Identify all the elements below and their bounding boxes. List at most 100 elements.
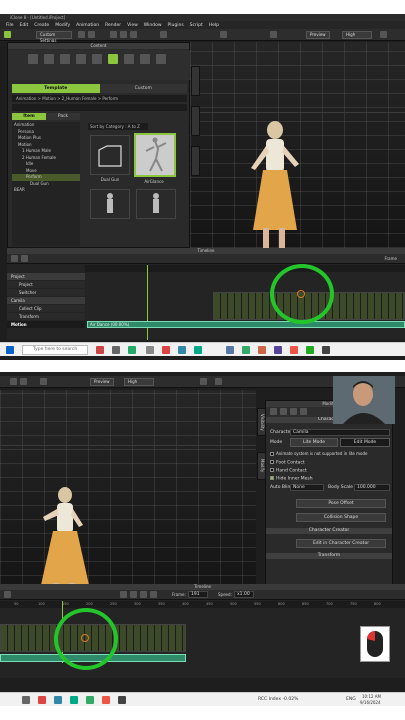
edit-in-cc-button[interactable]: Edit in Character Creator (296, 539, 386, 548)
playhead[interactable] (147, 265, 148, 340)
timeline-stop-icon[interactable] (140, 591, 147, 598)
menu-item-render[interactable]: Render (105, 23, 121, 28)
body-scale-field[interactable]: 100.000 (354, 484, 390, 491)
menu-item-window[interactable]: Window (144, 23, 162, 28)
gizmo-icon-bottom[interactable] (200, 378, 207, 385)
foot-contact-checkbox[interactable] (270, 460, 274, 464)
character-figure[interactable] (245, 120, 305, 248)
side-tab-top-1[interactable] (191, 66, 200, 96)
light-icon[interactable] (220, 31, 227, 38)
hide-inner-mesh-checkbox[interactable] (270, 476, 274, 480)
animation-icon[interactable] (108, 54, 118, 64)
track-switcher[interactable]: Switcher (7, 289, 85, 296)
preview-dropdown-bottom[interactable]: Preview (90, 378, 114, 386)
timeline-config-icon-bottom[interactable] (4, 591, 11, 598)
auto-blink-dropdown[interactable]: None (290, 484, 324, 491)
actor-icon[interactable] (60, 54, 70, 64)
track-transform[interactable]: Transform (7, 313, 85, 320)
taskbar-app-icon-6[interactable] (178, 346, 186, 354)
content-search-input[interactable] (12, 104, 187, 111)
lite-mode-button[interactable]: Lite Mode (290, 438, 338, 447)
track-project-sub[interactable]: Project (7, 281, 85, 288)
pose-offset-button[interactable]: Pose Offset (296, 499, 386, 508)
light-icon-bottom[interactable] (215, 378, 222, 385)
taskbar-app-icon-7[interactable] (194, 346, 202, 354)
track-motion[interactable]: Motion (7, 321, 85, 328)
menu-item-animation[interactable]: Animation (76, 23, 99, 28)
props-icon[interactable] (140, 54, 150, 64)
menu-item-plugins[interactable]: Plugins (168, 23, 184, 28)
taskbar-app-icon-14[interactable] (322, 346, 330, 354)
track-camila[interactable]: Camila (7, 297, 85, 304)
character-figure-bottom[interactable] (35, 485, 95, 590)
move-icon-bottom[interactable] (10, 378, 17, 385)
taskbar-app-icon-5[interactable] (162, 346, 170, 354)
taskbar-app-icon-4[interactable] (146, 346, 154, 354)
taskbar-app-icon-2[interactable] (112, 346, 120, 354)
camera-icon-bottom[interactable] (40, 378, 47, 385)
modify-tab-icon-4[interactable] (300, 408, 307, 415)
thumb-airglance[interactable] (134, 133, 176, 177)
custom-settings-dropdown[interactable]: Custom Settings (36, 31, 72, 43)
taskbar-search-input[interactable]: Type here to search (22, 345, 88, 355)
character-name-field[interactable]: Camila (290, 429, 390, 436)
motion-clip[interactable]: Air Dance (00:00%) (87, 321, 405, 328)
quality-dropdown-bottom[interactable]: High (124, 378, 154, 386)
scale-icon[interactable] (130, 31, 137, 38)
taskbar-app-icon-10[interactable] (258, 346, 266, 354)
menu-item-modify[interactable]: Modify (55, 23, 70, 28)
tab-item[interactable]: Item (12, 113, 46, 120)
tab-template[interactable]: Template (12, 84, 100, 93)
motion-icon[interactable] (124, 54, 134, 64)
timeline-next-icon[interactable] (150, 591, 157, 598)
menu-item-edit[interactable]: Edit (20, 23, 29, 28)
settings-icon[interactable] (380, 31, 387, 38)
menu-item-script[interactable]: Script (190, 23, 203, 28)
speed-field[interactable]: x1.00 (234, 591, 254, 598)
menu-item-file[interactable]: File (6, 23, 14, 28)
collision-shape-button[interactable]: Collision Shape (296, 513, 386, 522)
taskbar-bottom-icon-3[interactable] (54, 696, 62, 704)
thumb-figure-2[interactable] (136, 189, 176, 219)
thumb-figure-1[interactable] (90, 189, 130, 219)
modify-tab-icon-3[interactable] (290, 408, 297, 415)
gizmo-icon[interactable] (270, 31, 277, 38)
timeline-prev-icon[interactable] (120, 591, 127, 598)
rotate-icon-bottom[interactable] (20, 378, 27, 385)
taskbar-app-icon-12[interactable] (290, 346, 298, 354)
viewport-3d-bottom[interactable] (0, 390, 256, 590)
taskbar-app-icon-11[interactable] (274, 346, 282, 354)
taskbar-app-icon-8[interactable] (226, 346, 234, 354)
taskbar-app-icon-3[interactable] (128, 346, 136, 354)
windows-start-icon[interactable] (6, 346, 14, 354)
head-icon[interactable] (76, 54, 86, 64)
taskbar-app-icon-1[interactable] (96, 346, 104, 354)
tab-custom[interactable]: Custom (99, 84, 187, 93)
undo-icon[interactable] (78, 31, 85, 38)
scene-icon[interactable] (28, 54, 38, 64)
menu-item-create[interactable]: Create (34, 23, 49, 28)
viewport-3d[interactable] (190, 42, 405, 248)
side-tab-top-3[interactable] (191, 146, 200, 176)
taskbar-bottom-icon-1[interactable] (22, 696, 30, 704)
atmosphere-icon[interactable] (44, 54, 54, 64)
sort-dropdown[interactable]: Sort by Category : A to Z (88, 123, 148, 130)
body-icon[interactable] (92, 54, 102, 64)
preview-dropdown[interactable]: Preview (306, 31, 330, 39)
taskbar-bottom-icon-5[interactable] (86, 696, 94, 704)
thumb-dual-gun[interactable] (90, 135, 130, 175)
track-project[interactable]: Project (7, 273, 85, 280)
timeline-play-icon-bottom[interactable] (130, 591, 137, 598)
timeline-play-icon[interactable] (21, 255, 28, 262)
taskbar-bottom-icon-2[interactable] (38, 696, 46, 704)
taskbar-bottom-icon-6[interactable] (102, 696, 110, 704)
timeline-config-icon[interactable] (11, 255, 18, 262)
frame-field[interactable]: 191 (188, 591, 208, 598)
menu-item-view[interactable]: View (127, 23, 138, 28)
tab-pack[interactable]: Pack (46, 113, 80, 120)
camera-icon[interactable] (160, 31, 167, 38)
lite-note-checkbox[interactable] (270, 452, 274, 456)
redo-icon[interactable] (88, 31, 95, 38)
quality-dropdown[interactable]: High (342, 31, 372, 39)
rotate-icon[interactable] (120, 31, 127, 38)
